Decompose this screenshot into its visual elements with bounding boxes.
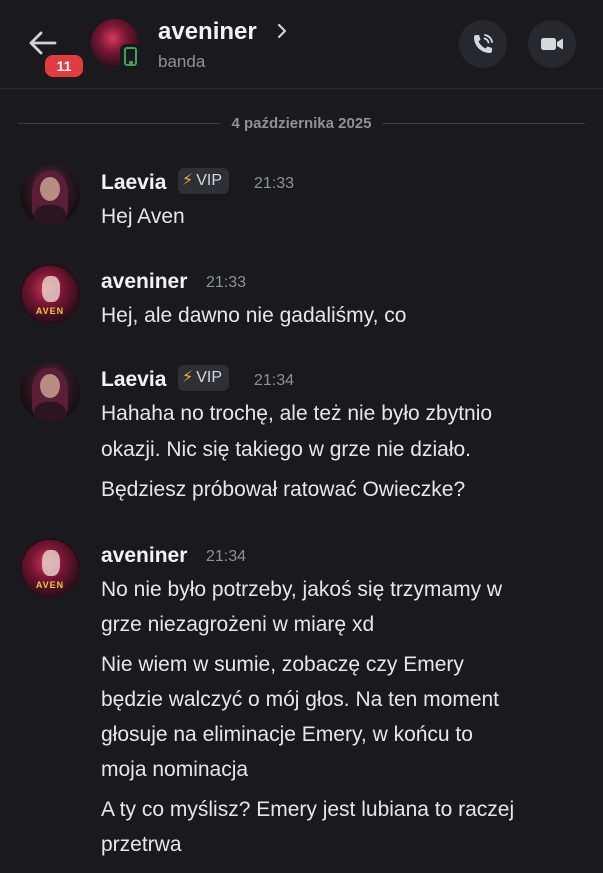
message-text: Będziesz próbował ratować Owieczke?	[101, 478, 466, 501]
message-time: 21:34	[206, 548, 247, 565]
lightning-bolt-icon: ⚡	[182, 172, 194, 189]
mobile-phone-icon	[120, 44, 142, 70]
message-time: 21:33	[206, 274, 247, 291]
avatar-aveniner[interactable]: AVEN	[20, 264, 80, 324]
channel-status: banda	[158, 52, 206, 71]
author-name[interactable]: aveniner	[101, 544, 187, 568]
message-text: No nie było potrzeby, jakoś się trzymamy…	[101, 578, 503, 601]
video-camera-icon	[541, 38, 563, 50]
author-name[interactable]: Laevia	[101, 171, 166, 195]
message-text: grze niezagrożeni w miarę xd	[101, 613, 375, 636]
unread-count-badge: 11	[42, 52, 86, 80]
avatar-laevia[interactable]	[20, 165, 80, 225]
author-name[interactable]: aveniner	[101, 270, 187, 294]
chevron-right-icon[interactable]	[276, 22, 288, 40]
message-text: moja nominacja	[101, 758, 249, 781]
message-time: 21:34	[254, 372, 295, 389]
chat-header: 11 aveniner banda	[0, 0, 603, 89]
video-call-button[interactable]	[528, 20, 576, 68]
message-text: przetrwa	[101, 833, 182, 856]
avatar-aveniner[interactable]: AVEN	[20, 538, 80, 598]
channel-name[interactable]: aveniner	[158, 18, 257, 46]
message-text: będzie walczyć o mój głos. Na ten moment	[101, 688, 500, 711]
vip-badge: ⚡ VIP	[178, 168, 230, 194]
message-time: 21:33	[254, 175, 295, 192]
message-text: okazji. Nic się takiego w grze nie dział…	[101, 438, 472, 461]
message-text: głosuje na eliminacje Emery, w końcu to	[101, 723, 473, 746]
author-name[interactable]: Laevia	[101, 368, 166, 392]
date-divider: 4 października 2025	[18, 112, 585, 136]
message-text: Nie wiem w sumie, zobaczę czy Emery	[101, 653, 464, 676]
message-text: A ty co myślisz? Emery jest lubiana to r…	[101, 798, 515, 821]
message-text: Hahaha no trochę, ale też nie było zbytn…	[101, 402, 493, 425]
avatar-laevia[interactable]	[20, 362, 80, 422]
vip-badge: ⚡ VIP	[178, 365, 230, 391]
voice-call-button[interactable]	[459, 20, 507, 68]
message-text: Hej, ale dawno nie gadaliśmy, co	[101, 304, 407, 327]
phone-call-icon	[474, 34, 493, 53]
lightning-bolt-icon: ⚡	[182, 369, 194, 386]
date-divider-label: 4 października 2025	[221, 115, 382, 132]
message-text: Hej Aven	[101, 205, 185, 228]
